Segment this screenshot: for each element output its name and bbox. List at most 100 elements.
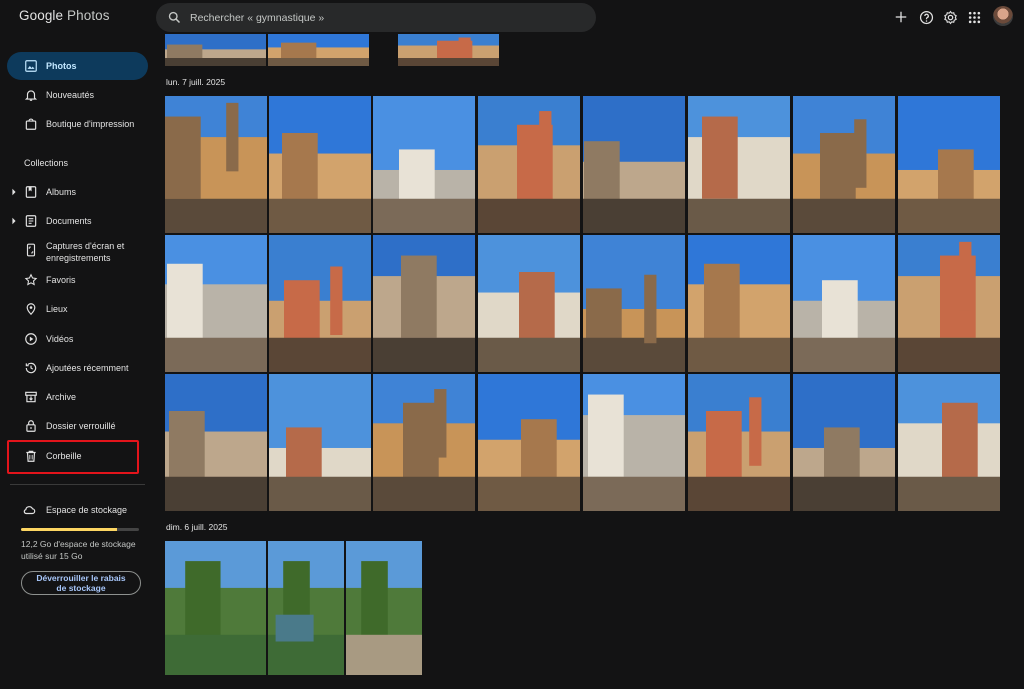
- photo-thumbnail[interactable]: [688, 96, 790, 233]
- sidebar-item-recently-added[interactable]: Ajoutées récemment: [7, 354, 148, 382]
- photo-thumbnail[interactable]: [269, 96, 371, 233]
- phone-screenshot-icon: [26, 243, 36, 257]
- photo-image: [373, 374, 475, 511]
- photo-thumbnail[interactable]: [478, 235, 580, 372]
- photo-image: [898, 235, 1000, 372]
- sidebar-item-label: Nouveautés: [46, 90, 95, 100]
- sidebar-item-label-line2: enregistrements: [46, 253, 111, 263]
- photo-thumbnail[interactable]: [165, 541, 266, 675]
- sidebar-item-favorites[interactable]: Favoris: [7, 266, 148, 294]
- apps-grid-icon[interactable]: [966, 9, 982, 25]
- sidebar-item-photos[interactable]: Photos: [7, 52, 148, 80]
- account-avatar[interactable]: [993, 6, 1013, 26]
- photo-image: [478, 374, 580, 511]
- storage-usage-text: 12,2 Go d'espace de stockage utilisé sur…: [21, 538, 146, 562]
- chevron-right-icon[interactable]: [10, 217, 18, 225]
- photo-thumbnail[interactable]: [373, 374, 475, 511]
- unlock-button-line2: de stockage: [56, 583, 106, 593]
- star-icon: [24, 273, 38, 286]
- photo-image: [793, 374, 895, 511]
- photo-thumbnail[interactable]: [898, 235, 1000, 372]
- photo-image: [373, 235, 475, 372]
- photo-thumbnail[interactable]: [373, 96, 475, 233]
- search-input[interactable]: [190, 3, 580, 32]
- photo-thumbnail[interactable]: [268, 34, 369, 66]
- sidebar-item-label: Albums: [46, 187, 77, 197]
- photo-thumbnail[interactable]: [346, 541, 422, 675]
- photo-image: [269, 235, 371, 372]
- play-circle-icon: [25, 333, 37, 345]
- sidebar-item-updates[interactable]: Nouveautés: [7, 81, 148, 109]
- top-bar: Google Photos: [0, 0, 1024, 34]
- photo-image: [583, 96, 685, 233]
- storage-usage-line2: utilisé sur 15 Go: [21, 551, 83, 561]
- location-pin-icon: [26, 303, 36, 316]
- shopping-bag-icon: [25, 118, 37, 130]
- trash-icon: [26, 450, 36, 462]
- photo-image: [898, 374, 1000, 511]
- photo-thumbnail[interactable]: [269, 235, 371, 372]
- sidebar-item-label: Boutique d'impression: [46, 119, 135, 129]
- archive-icon: [25, 391, 37, 403]
- photo-thumbnail[interactable]: [398, 34, 499, 66]
- photo-icon: [25, 60, 37, 72]
- photo-image: [478, 235, 580, 372]
- photo-image: [398, 34, 499, 66]
- photo-thumbnail[interactable]: [688, 374, 790, 511]
- storage-progress-fill: [21, 528, 117, 531]
- photo-thumbnail[interactable]: [688, 235, 790, 372]
- add-icon[interactable]: [893, 9, 909, 25]
- sidebar-item-storage[interactable]: Espace de stockage: [7, 496, 148, 524]
- photo-thumbnail[interactable]: [898, 374, 1000, 511]
- photo-thumbnail[interactable]: [793, 96, 895, 233]
- bell-icon: [24, 90, 38, 101]
- sidebar-item-label: Espace de stockage: [46, 505, 128, 515]
- photo-image: [268, 34, 369, 66]
- sidebar-item-label: Favoris: [46, 275, 76, 285]
- sidebar-item-archive[interactable]: Archive: [7, 383, 148, 411]
- photo-thumbnail[interactable]: [269, 374, 371, 511]
- photo-image: [793, 235, 895, 372]
- photo-thumbnail[interactable]: [165, 235, 267, 372]
- sidebar: Photos Nouveautés Boutique d'impression …: [0, 34, 155, 689]
- history-clock-icon: [25, 362, 37, 374]
- sidebar-item-videos[interactable]: Vidéos: [7, 325, 148, 353]
- photo-image: [898, 96, 1000, 233]
- sidebar-divider: [10, 484, 145, 485]
- photo-thumbnail[interactable]: [165, 96, 267, 233]
- photo-thumbnail[interactable]: [793, 374, 895, 511]
- photo-thumbnail[interactable]: [793, 235, 895, 372]
- logo-photos-text: Photos: [67, 8, 110, 23]
- photo-thumbnail[interactable]: [165, 34, 266, 66]
- chevron-right-icon[interactable]: [10, 188, 18, 196]
- sidebar-item-trash[interactable]: Corbeille: [7, 442, 148, 470]
- photo-image: [793, 96, 895, 233]
- photo-image: [583, 374, 685, 511]
- sidebar-item-documents[interactable]: Documents: [7, 207, 148, 235]
- search-icon[interactable]: [167, 10, 182, 25]
- google-photos-logo[interactable]: Google Photos: [19, 8, 110, 23]
- photo-thumbnail[interactable]: [165, 374, 267, 511]
- photo-thumbnail[interactable]: [898, 96, 1000, 233]
- photo-thumbnail[interactable]: [583, 235, 685, 372]
- photo-thumbnail[interactable]: [478, 96, 580, 233]
- sidebar-item-places[interactable]: Lieux: [7, 295, 148, 323]
- settings-icon[interactable]: [942, 9, 958, 25]
- photo-thumbnail[interactable]: [583, 374, 685, 511]
- sidebar-item-print-store[interactable]: Boutique d'impression: [7, 110, 148, 138]
- photo-image: [373, 96, 475, 233]
- sidebar-item-label: Documents: [46, 216, 92, 226]
- photo-thumbnail[interactable]: [478, 374, 580, 511]
- collections-heading: Collections: [24, 158, 69, 168]
- sidebar-item-label: Lieux: [46, 304, 68, 314]
- photo-thumbnail[interactable]: [373, 235, 475, 372]
- photo-image: [269, 96, 371, 233]
- search-bar[interactable]: [156, 3, 596, 32]
- photo-thumbnail[interactable]: [583, 96, 685, 233]
- sidebar-item-locked-folder[interactable]: Dossier verrouillé: [7, 412, 148, 440]
- sidebar-item-albums[interactable]: Albums: [7, 178, 148, 206]
- help-icon[interactable]: [918, 9, 934, 25]
- unlock-storage-discount-button[interactable]: Déverrouiller le rabais de stockage: [21, 571, 141, 595]
- photo-image: [165, 96, 267, 233]
- photo-thumbnail[interactable]: [268, 541, 344, 675]
